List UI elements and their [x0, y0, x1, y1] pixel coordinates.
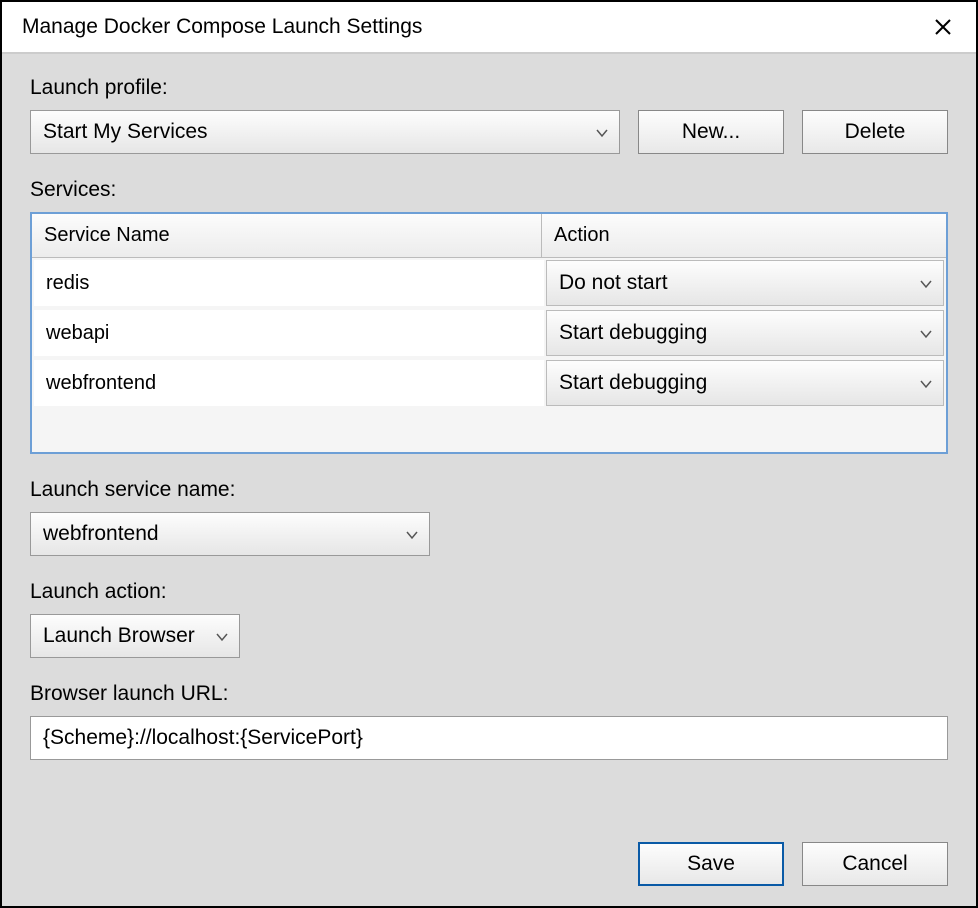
service-action-value: Start debugging: [559, 321, 707, 345]
services-grid: Service Name Action redis Do not start web…: [30, 212, 948, 454]
close-button[interactable]: [928, 12, 958, 42]
save-button-label: Save: [687, 852, 735, 876]
chevron-down-icon: [595, 120, 609, 144]
chevron-down-icon: [215, 624, 229, 648]
cancel-button-label: Cancel: [842, 852, 907, 876]
launch-action-value: Launch Browser: [43, 624, 195, 648]
service-action-combo[interactable]: Start debugging: [546, 360, 944, 406]
title-bar: Manage Docker Compose Launch Settings: [2, 2, 976, 54]
column-header-service-name-label: Service Name: [44, 224, 170, 247]
launch-service-name-value: webfrontend: [43, 522, 159, 546]
service-action-combo[interactable]: Do not start: [546, 260, 944, 306]
services-grid-header: Service Name Action: [32, 214, 946, 258]
new-button[interactable]: New...: [638, 110, 784, 154]
service-name-text: webfrontend: [46, 372, 156, 395]
service-action-cell: Start debugging: [546, 310, 944, 356]
column-header-action-label: Action: [554, 224, 610, 247]
services-grid-empty-area: [32, 408, 946, 452]
launch-profile-value: Start My Services: [43, 120, 208, 144]
service-name-cell[interactable]: webapi: [34, 310, 544, 356]
service-action-cell: Start debugging: [546, 360, 944, 406]
table-row: redis Do not start: [32, 258, 946, 308]
dialog-footer: Save Cancel: [638, 842, 948, 886]
launch-profile-label: Launch profile:: [30, 76, 948, 100]
new-button-label: New...: [682, 120, 740, 144]
table-row: webapi Start debugging: [32, 308, 946, 358]
service-action-value: Do not start: [559, 271, 668, 295]
launch-action-label: Launch action:: [30, 580, 948, 604]
service-name-text: webapi: [46, 322, 109, 345]
close-icon: [934, 18, 952, 36]
launch-action-combo[interactable]: Launch Browser: [30, 614, 240, 658]
launch-profile-combo[interactable]: Start My Services: [30, 110, 620, 154]
service-action-combo[interactable]: Start debugging: [546, 310, 944, 356]
chevron-down-icon: [919, 371, 933, 395]
browser-launch-url-input[interactable]: [30, 716, 948, 760]
cancel-button[interactable]: Cancel: [802, 842, 948, 886]
dialog-body: Launch profile: Start My Services New...…: [2, 54, 976, 906]
delete-button[interactable]: Delete: [802, 110, 948, 154]
service-action-value: Start debugging: [559, 371, 707, 395]
browser-launch-url-label: Browser launch URL:: [30, 682, 948, 706]
services-grid-body: redisDo not startwebapiStart debuggingwe…: [32, 258, 946, 408]
service-action-cell: Do not start: [546, 260, 944, 306]
column-header-service-name[interactable]: Service Name: [32, 214, 542, 257]
delete-button-label: Delete: [845, 120, 906, 144]
save-button[interactable]: Save: [638, 842, 784, 886]
window-title: Manage Docker Compose Launch Settings: [22, 15, 422, 39]
chevron-down-icon: [919, 321, 933, 345]
table-row: webfrontend Start debugging: [32, 358, 946, 408]
column-header-action[interactable]: Action: [542, 214, 946, 257]
chevron-down-icon: [405, 522, 419, 546]
services-label: Services:: [30, 178, 948, 202]
service-name-cell[interactable]: webfrontend: [34, 360, 544, 406]
launch-service-name-label: Launch service name:: [30, 478, 948, 502]
chevron-down-icon: [919, 271, 933, 295]
service-name-cell[interactable]: redis: [34, 260, 544, 306]
service-name-text: redis: [46, 272, 89, 295]
launch-service-name-combo[interactable]: webfrontend: [30, 512, 430, 556]
